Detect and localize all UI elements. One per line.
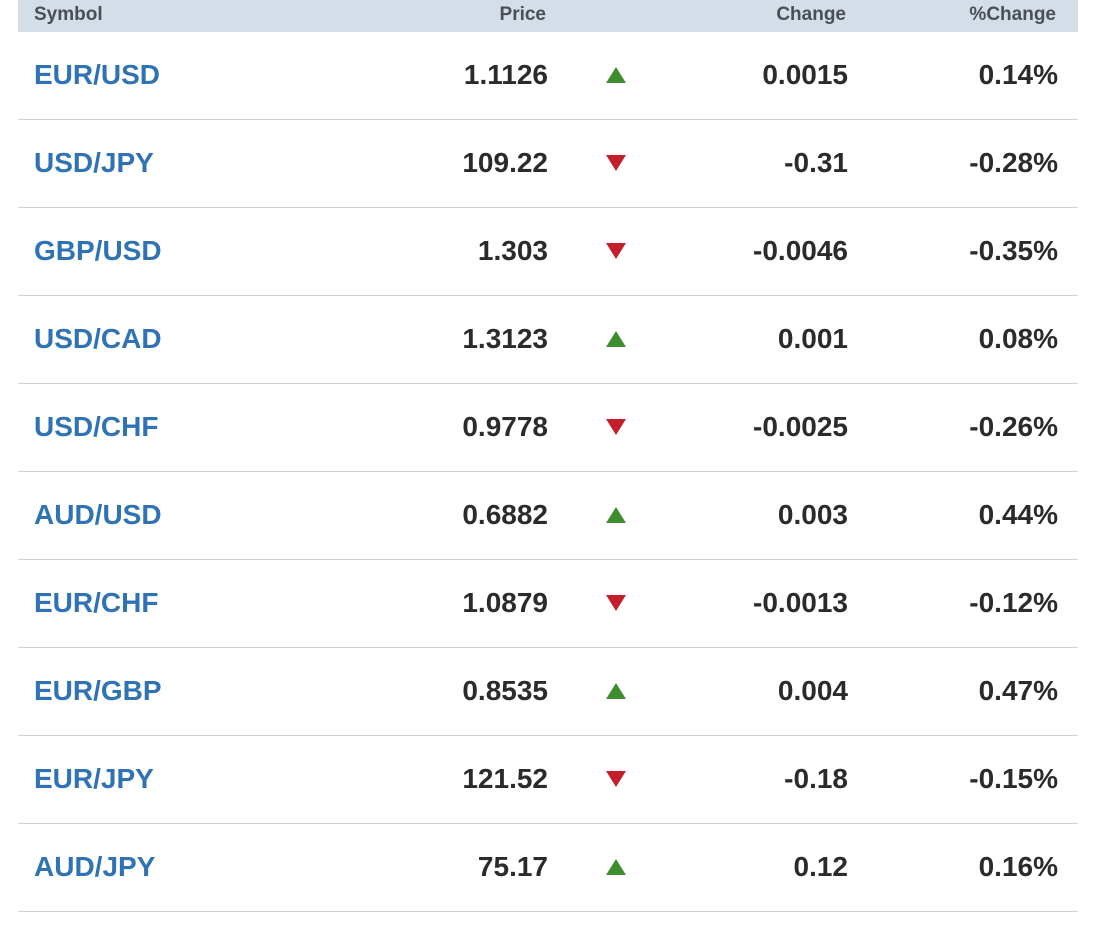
price-value: 1.303 [477, 235, 548, 266]
arrow-up-icon [606, 851, 628, 883]
change-value: 0.001 [777, 323, 848, 354]
pct-change-value: -0.15% [969, 763, 1058, 794]
symbol-link[interactable]: EUR/USD [34, 59, 160, 91]
header-change[interactable]: Change [776, 3, 846, 27]
symbol-link[interactable]: EUR/GBP [34, 675, 162, 707]
arrow-up-icon [606, 323, 628, 355]
arrow-up-icon [606, 499, 628, 531]
header-pct-change[interactable]: %Change [969, 3, 1056, 27]
symbol-link[interactable]: GBP/USD [34, 235, 162, 267]
change-value: -0.0013 [753, 587, 848, 618]
arrow-down-icon [606, 147, 628, 179]
arrow-down-icon [606, 411, 628, 443]
price-value: 1.0879 [462, 587, 548, 618]
table-row: EUR/GBP 0.8535 0.004 0.47% [18, 648, 1078, 736]
quotes-table: Symbol Price Change %Change EUR/USD 1.112… [18, 0, 1078, 912]
change-value: 0.003 [777, 499, 848, 530]
table-row: USD/CHF 0.9778 -0.0025 -0.26% [18, 384, 1078, 472]
pct-change-value: -0.28% [969, 147, 1058, 178]
pct-change-value: 0.14% [978, 59, 1058, 90]
change-value: 0.12 [793, 851, 849, 882]
symbol-link[interactable]: EUR/JPY [34, 763, 154, 795]
price-value: 0.6882 [462, 499, 548, 530]
change-value: -0.0025 [753, 411, 848, 442]
pct-change-value: 0.16% [978, 851, 1058, 882]
symbol-link[interactable]: USD/CAD [34, 323, 162, 355]
symbol-link[interactable]: AUD/JPY [34, 851, 155, 883]
change-value: 0.0015 [762, 59, 848, 90]
table-row: EUR/CHF 1.0879 -0.0013 -0.12% [18, 560, 1078, 648]
price-value: 1.1126 [463, 59, 548, 90]
arrow-up-icon [606, 59, 628, 91]
arrow-down-icon [606, 763, 628, 795]
price-value: 1.3123 [462, 323, 548, 354]
price-value: 109.22 [462, 147, 548, 178]
table-row: AUD/JPY 75.17 0.12 0.16% [18, 824, 1078, 912]
table-row: EUR/JPY 121.52 -0.18 -0.15% [18, 736, 1078, 824]
table-row: EUR/USD 1.1126 0.0015 0.14% [18, 32, 1078, 120]
symbol-link[interactable]: EUR/CHF [34, 587, 158, 619]
header-symbol[interactable]: Symbol [34, 3, 103, 27]
price-value: 121.52 [462, 763, 548, 794]
table-body: EUR/USD 1.1126 0.0015 0.14% USD/JPY 109.22 -0.… [18, 32, 1078, 912]
table-row: GBP/USD 1.303 -0.0046 -0.35% [18, 208, 1078, 296]
change-value: 0.004 [777, 675, 848, 706]
table-header: Symbol Price Change %Change [18, 0, 1078, 32]
symbol-link[interactable]: AUD/USD [34, 499, 162, 531]
pct-change-value: 0.47% [978, 675, 1058, 706]
arrow-down-icon [606, 235, 628, 267]
price-value: 75.17 [477, 851, 548, 882]
symbol-link[interactable]: USD/JPY [34, 147, 154, 179]
price-value: 0.9778 [462, 411, 548, 442]
pct-change-value: -0.12% [969, 587, 1058, 618]
symbol-link[interactable]: USD/CHF [34, 411, 158, 443]
pct-change-value: 0.08% [978, 323, 1058, 354]
change-value: -0.0046 [753, 235, 848, 266]
pct-change-value: -0.35% [969, 235, 1058, 266]
pct-change-value: -0.26% [969, 411, 1058, 442]
header-price[interactable]: Price [500, 3, 546, 27]
arrow-up-icon [606, 675, 628, 707]
table-row: USD/CAD 1.3123 0.001 0.08% [18, 296, 1078, 384]
arrow-down-icon [606, 587, 628, 619]
table-row: USD/JPY 109.22 -0.31 -0.28% [18, 120, 1078, 208]
change-value: -0.18 [784, 763, 848, 794]
price-value: 0.8535 [462, 675, 548, 706]
pct-change-value: 0.44% [978, 499, 1058, 530]
table-row: AUD/USD 0.6882 0.003 0.44% [18, 472, 1078, 560]
change-value: -0.31 [784, 147, 848, 178]
